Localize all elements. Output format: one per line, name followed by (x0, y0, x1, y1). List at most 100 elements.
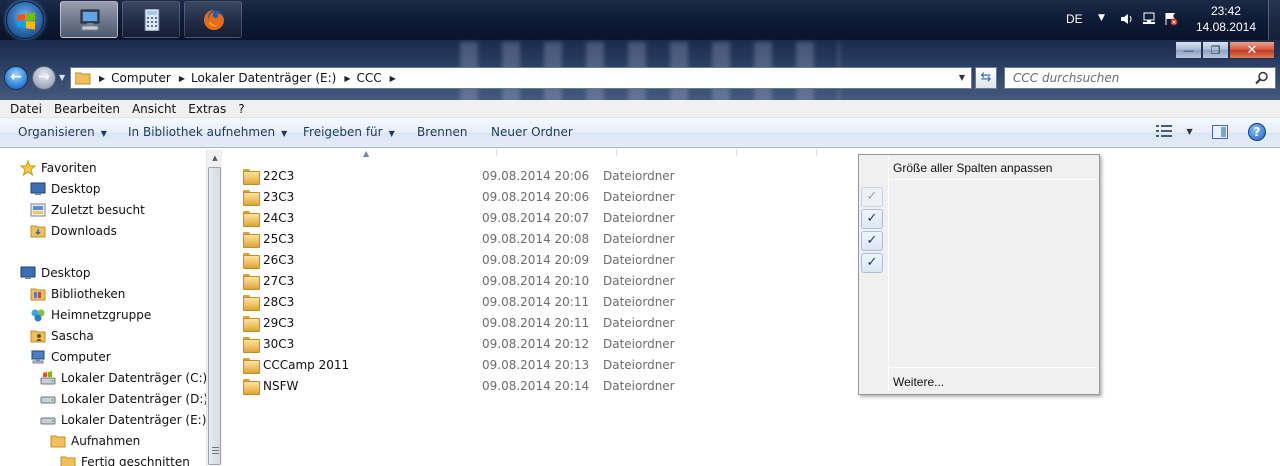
file-date: 09.08.2014 20:11 (482, 294, 590, 309)
taskbar: DE ▼ 23:42 14.08.2014 (0, 0, 1280, 40)
menu-extras[interactable]: Extras (182, 101, 232, 117)
nav-item-favorites[interactable]: Favoriten (20, 158, 97, 178)
scroll-up-icon[interactable]: ▲ (207, 150, 223, 166)
file-row[interactable]: NSFW 09.08.2014 20:14 Dateiordner (243, 375, 763, 396)
navigation-pane-scrollbar[interactable]: ▲ (206, 150, 222, 466)
nav-item-libraries[interactable]: Bibliotheken (30, 284, 125, 304)
menu-help[interactable]: ? (232, 101, 250, 117)
sort-ascending-icon[interactable]: ▲ (363, 149, 369, 158)
nav-item-homegroup[interactable]: Heimnetzgruppe (30, 305, 151, 325)
column-checkbox-size[interactable]: ✓ (861, 253, 883, 273)
file-row[interactable]: 28C3 09.08.2014 20:11 Dateiordner (243, 291, 763, 312)
breadcrumb-chevron-icon[interactable]: ▶ (179, 74, 185, 83)
start-button[interactable] (6, 1, 44, 39)
nav-item-recent-places[interactable]: Zuletzt besucht (30, 200, 145, 220)
close-button[interactable]: ✕ (1229, 41, 1275, 59)
column-divider[interactable] (736, 149, 737, 156)
taskbar-explorer-button[interactable] (60, 1, 118, 38)
include-in-library-button[interactable]: In Bibliothek aufnehmen ▼ (128, 125, 287, 139)
refresh-button[interactable]: ⇆ (975, 67, 997, 89)
share-with-button[interactable]: Freigeben für ▼ (303, 125, 395, 139)
burn-button[interactable]: Brennen (417, 125, 467, 139)
nav-item-drive-d[interactable]: Lokaler Datenträger (D:) (40, 389, 208, 409)
address-history-dropdown-icon[interactable]: ▼ (955, 70, 969, 86)
breadcrumb-chevron-icon[interactable]: ▶ (99, 74, 105, 83)
column-checkbox-name: ✓ (861, 187, 883, 207)
nav-item-desktop-root[interactable]: Desktop (20, 263, 91, 283)
preview-pane-button[interactable] (1212, 125, 1228, 139)
folder-icon (243, 378, 260, 395)
volume-icon[interactable] (1120, 12, 1134, 26)
address-bar[interactable]: ▶ Computer ▶ Lokaler Datenträger (E:) ▶ … (70, 67, 972, 89)
file-name: NSFW (263, 378, 299, 393)
column-divider[interactable] (616, 149, 617, 156)
nav-item-fertig-geschnitten[interactable]: Fertig geschnitten (60, 452, 190, 466)
nav-item-aufnahmen[interactable]: Aufnahmen (50, 431, 140, 451)
language-indicator[interactable]: DE (1066, 12, 1083, 26)
search-icon[interactable] (1255, 71, 1269, 85)
breadcrumb-chevron-icon[interactable]: ▶ (344, 74, 350, 83)
file-row[interactable]: 22C3 09.08.2014 20:06 Dateiordner (243, 165, 763, 186)
minimize-button[interactable]: — (1175, 41, 1202, 59)
file-row[interactable]: 26C3 09.08.2014 20:09 Dateiordner (243, 249, 763, 270)
file-name: 26C3 (263, 252, 295, 267)
change-view-button[interactable]: ▼ (1156, 125, 1194, 141)
taskbar-calculator-button[interactable] (122, 1, 180, 38)
nav-item-computer[interactable]: Computer (30, 347, 111, 367)
clock-time: 23:42 (1210, 4, 1241, 18)
file-date: 09.08.2014 20:06 (482, 168, 590, 183)
column-checkbox-type[interactable]: ✓ (861, 231, 883, 251)
menu-ansicht[interactable]: Ansicht (126, 101, 182, 117)
file-row[interactable]: 23C3 09.08.2014 20:06 Dateiordner (243, 186, 763, 207)
breadcrumb-chevron-icon[interactable]: ▶ (390, 74, 396, 83)
nav-item-drive-c[interactable]: Lokaler Datenträger (C:) (40, 368, 207, 388)
file-row[interactable]: 27C3 09.08.2014 20:10 Dateiordner (243, 270, 763, 291)
system-drive-icon (40, 371, 56, 385)
back-button[interactable]: ← (4, 66, 28, 90)
file-row[interactable]: 24C3 09.08.2014 20:07 Dateiordner (243, 207, 763, 228)
recent-places-icon (30, 203, 46, 217)
search-box[interactable] (1004, 67, 1276, 89)
folder-icon (243, 168, 260, 185)
help-button[interactable]: ? (1248, 123, 1266, 141)
drive-icon (40, 396, 56, 404)
breadcrumb-computer[interactable]: Computer (111, 71, 171, 85)
show-desktop-button[interactable] (1268, 0, 1280, 40)
clock-date: 14.08.2014 (1195, 20, 1256, 34)
file-row[interactable]: 30C3 09.08.2014 20:12 Dateiordner (243, 333, 763, 354)
fit-all-columns-item[interactable]: Größe aller Spalten anpassen (893, 161, 1052, 175)
action-center-icon[interactable] (1164, 12, 1178, 26)
file-row[interactable]: 25C3 09.08.2014 20:08 Dateiordner (243, 228, 763, 249)
more-columns-item[interactable]: Weitere... (893, 375, 944, 389)
nav-item-label: Downloads (51, 224, 117, 238)
taskbar-firefox-button[interactable] (184, 1, 242, 38)
column-divider[interactable] (816, 149, 817, 156)
new-folder-button[interactable]: Neuer Ordner (491, 125, 573, 139)
maximize-button[interactable]: ❐ (1202, 41, 1229, 59)
breadcrumb-ccc[interactable]: CCC (357, 71, 382, 85)
nav-item-downloads[interactable]: Downloads (30, 221, 117, 241)
file-date: 09.08.2014 20:11 (482, 315, 590, 330)
show-hidden-icons-icon[interactable]: ▼ (1098, 13, 1105, 23)
file-name: 24C3 (263, 210, 295, 225)
search-input[interactable] (1013, 69, 1253, 87)
folder-icon (243, 357, 260, 374)
clock[interactable]: 23:42 14.08.2014 (1196, 3, 1256, 35)
organize-button[interactable]: Organisieren ▼ (18, 125, 107, 139)
column-checkbox-date[interactable]: ✓ (861, 209, 883, 229)
menu-datei[interactable]: Datei (4, 101, 48, 117)
recent-pages-dropdown-icon[interactable]: ▼ (59, 73, 65, 82)
chevron-down-icon[interactable]: ▼ (1187, 127, 1193, 136)
file-row[interactable]: CCCamp 2011 09.08.2014 20:13 Dateiordner (243, 354, 763, 375)
network-icon[interactable] (1142, 12, 1156, 26)
nav-item-desktop[interactable]: Desktop (30, 179, 101, 199)
breadcrumb-drive-e[interactable]: Lokaler Datenträger (E:) (191, 71, 336, 85)
nav-item-drive-e[interactable]: Lokaler Datenträger (E:) (40, 410, 206, 430)
nav-item-user-sascha[interactable]: Sascha (30, 326, 94, 346)
column-context-menu: Größe aller Spalten anpassen ✓ ✓ ✓ ✓ Wei… (858, 154, 1100, 395)
scrollbar-thumb[interactable] (208, 167, 221, 465)
file-row[interactable]: 29C3 09.08.2014 20:11 Dateiordner (243, 312, 763, 333)
forward-button[interactable]: → (32, 66, 56, 90)
column-divider[interactable] (496, 149, 497, 156)
menu-bearbeiten[interactable]: Bearbeiten (48, 101, 126, 117)
